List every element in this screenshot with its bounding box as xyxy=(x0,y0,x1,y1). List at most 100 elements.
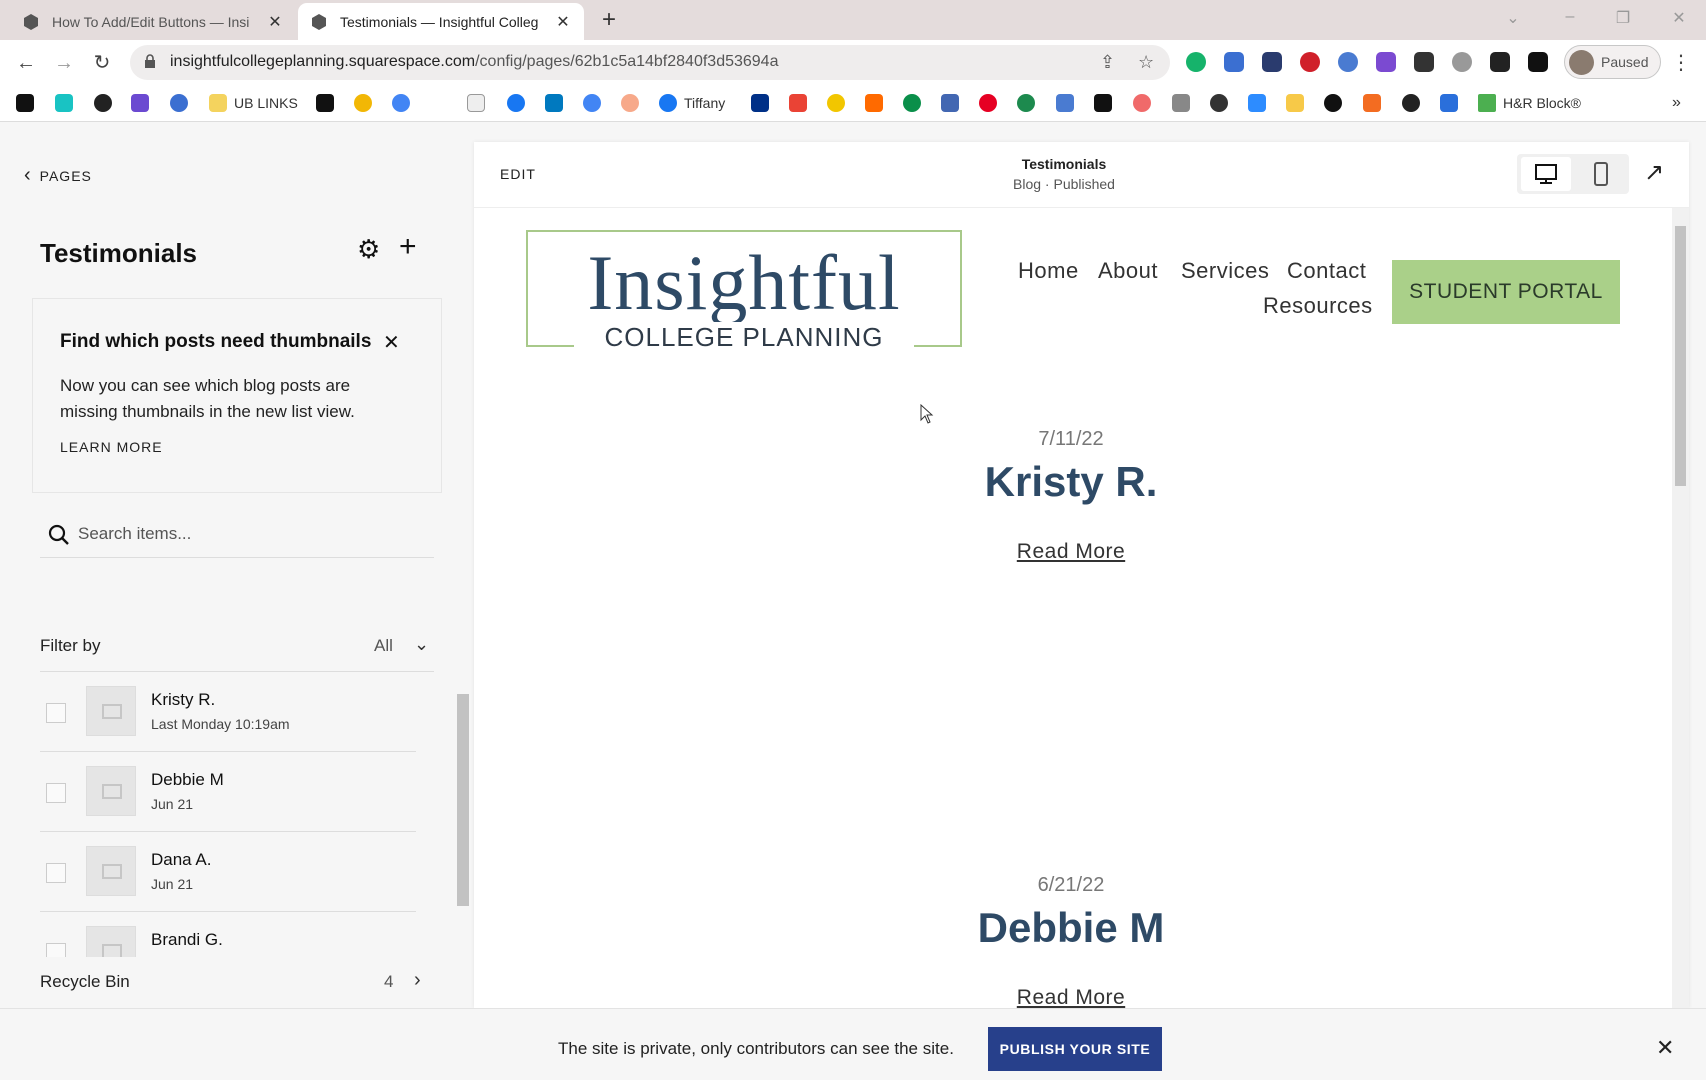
address-bar[interactable]: insightfulcollegeplanning.squarespace.co… xyxy=(130,45,1170,80)
tab-how-to-add-edit-buttons[interactable]: How To Add/Edit Buttons — Insi ✕ xyxy=(10,3,296,40)
browser-menu-icon[interactable]: ⋮ xyxy=(1667,49,1695,77)
open-external-arrow-icon[interactable]: ↗ xyxy=(1644,158,1664,187)
list-item[interactable]: Brandi G. xyxy=(40,912,416,957)
back-to-pages-button[interactable]: ‹ PAGES xyxy=(24,164,92,187)
close-icon[interactable]: ✕ xyxy=(383,330,400,355)
tab-testimonials[interactable]: Testimonials — Insightful Colleg ✕ xyxy=(298,3,584,40)
bookmark-icon[interactable] xyxy=(545,93,570,113)
nav-link-home[interactable]: Home xyxy=(1018,258,1079,284)
minimize-icon[interactable]: – xyxy=(1555,8,1585,26)
publish-site-button[interactable]: PUBLISH YOUR SITE xyxy=(988,1027,1162,1071)
bookmark-icon[interactable] xyxy=(1324,93,1349,113)
list-item[interactable]: Debbie M Jun 21 xyxy=(40,752,416,832)
pinterest-extension-icon[interactable] xyxy=(1300,52,1320,72)
nav-link-contact[interactable]: Contact xyxy=(1287,258,1366,284)
bookmark-hr-block[interactable]: H&R Block® xyxy=(1478,93,1581,113)
grammarly-extension-icon[interactable] xyxy=(1186,52,1206,72)
extensions-puzzle-icon[interactable] xyxy=(1490,52,1510,72)
side-panel-icon[interactable] xyxy=(1528,52,1548,72)
student-portal-button[interactable]: STUDENT PORTAL xyxy=(1392,260,1620,324)
bookmark-icon[interactable] xyxy=(16,93,41,113)
news-extension-icon[interactable] xyxy=(1262,52,1282,72)
bookmark-icon[interactable] xyxy=(621,93,646,113)
preview-scrollbar[interactable] xyxy=(1672,208,1689,1008)
bookmark-icon[interactable] xyxy=(1402,93,1427,113)
add-post-button[interactable]: + xyxy=(399,232,425,262)
bookmark-icon[interactable] xyxy=(789,93,814,113)
bookmark-icon[interactable] xyxy=(1210,93,1235,113)
chat-extension-icon[interactable] xyxy=(1338,52,1358,72)
bookmark-icon[interactable] xyxy=(1056,93,1081,113)
forward-arrow-icon[interactable]: → xyxy=(50,49,78,77)
edit-button[interactable]: EDIT xyxy=(500,166,536,182)
desktop-view-button[interactable] xyxy=(1521,157,1571,191)
checkbox[interactable] xyxy=(46,783,66,803)
bookmark-icon[interactable] xyxy=(94,93,119,113)
scrollbar-thumb[interactable] xyxy=(1675,226,1686,486)
bookmark-icon[interactable] xyxy=(392,93,417,113)
bookmark-icon[interactable] xyxy=(751,93,776,113)
list-item[interactable]: Kristy R. Last Monday 10:19am xyxy=(40,672,416,752)
list-item[interactable]: Dana A. Jun 21 xyxy=(40,832,416,912)
scrollbar-thumb[interactable] xyxy=(457,694,469,906)
bookmark-tiffany[interactable]: Tiffany xyxy=(659,93,725,113)
bookmark-icon[interactable] xyxy=(583,93,608,113)
checkbox[interactable] xyxy=(46,703,66,723)
bookmark-icon[interactable] xyxy=(507,93,532,113)
restore-icon[interactable]: ❐ xyxy=(1608,8,1638,28)
screenshot-extension-icon[interactable] xyxy=(1224,52,1244,72)
filter-dropdown[interactable]: Filter by All ⌄ xyxy=(40,622,434,672)
entry-title[interactable]: Debbie M xyxy=(821,904,1321,952)
list-scrollbar[interactable] xyxy=(455,680,471,960)
puzzle-badge-extension-icon[interactable] xyxy=(1376,52,1396,72)
bookmark-icon[interactable] xyxy=(1094,93,1119,113)
bookmark-icon[interactable] xyxy=(1172,93,1197,113)
learn-more-link[interactable]: LEARN MORE xyxy=(60,439,163,455)
more-dots-extension-icon[interactable] xyxy=(1414,52,1434,72)
bookmark-icon[interactable] xyxy=(1017,93,1042,113)
window-close-icon[interactable]: ✕ xyxy=(1664,8,1694,28)
reload-icon[interactable]: ↻ xyxy=(88,49,116,77)
bookmark-icon[interactable] xyxy=(1363,93,1388,113)
bookmark-icon[interactable] xyxy=(170,93,195,113)
nav-link-resources[interactable]: Resources xyxy=(1263,293,1373,319)
bookmark-icon[interactable] xyxy=(903,93,928,113)
search-input[interactable] xyxy=(78,521,418,547)
back-arrow-icon[interactable]: ← xyxy=(12,49,40,77)
profile-button[interactable]: Paused xyxy=(1564,45,1661,79)
bookmark-star-icon[interactable]: ☆ xyxy=(1138,52,1154,73)
power-extension-icon[interactable] xyxy=(1452,52,1472,72)
close-icon[interactable]: ✕ xyxy=(266,12,284,32)
close-icon[interactable]: ✕ xyxy=(554,12,572,32)
read-more-link[interactable]: Read More xyxy=(921,986,1221,1008)
nav-link-about[interactable]: About xyxy=(1098,258,1158,284)
recycle-bin-row[interactable]: Recycle Bin 4 › xyxy=(40,960,434,1004)
bookmark-icon[interactable] xyxy=(1133,93,1158,113)
bookmarks-overflow-icon[interactable]: » xyxy=(1672,93,1681,113)
entry-title[interactable]: Kristy R. xyxy=(821,458,1321,506)
mobile-view-icon[interactable] xyxy=(1577,157,1625,191)
bookmark-icon[interactable] xyxy=(131,93,156,113)
bookmark-icon[interactable] xyxy=(316,93,341,113)
read-more-link[interactable]: Read More xyxy=(921,540,1221,564)
site-logo[interactable]: Insightful COLLEGE PLANNING xyxy=(526,230,962,352)
bookmark-icon[interactable] xyxy=(827,93,852,113)
bookmark-ub-links[interactable]: UB LINKS xyxy=(209,93,298,113)
bookmark-icon[interactable] xyxy=(941,93,966,113)
bookmark-icon[interactable] xyxy=(979,93,1004,113)
tab-search-chevron-icon[interactable]: ⌄ xyxy=(1498,8,1528,28)
bookmark-icon[interactable] xyxy=(354,93,379,113)
bookmark-icon[interactable] xyxy=(1248,93,1273,113)
new-tab-button[interactable]: + xyxy=(596,6,622,34)
bookmark-icon[interactable] xyxy=(1440,93,1465,113)
close-icon[interactable]: ✕ xyxy=(1656,1035,1674,1061)
bookmark-icon[interactable] xyxy=(1286,93,1311,113)
checkbox[interactable] xyxy=(46,943,66,957)
bookmark-icon[interactable] xyxy=(55,93,80,113)
bookmark-icon[interactable] xyxy=(865,93,890,113)
gear-icon[interactable]: ⚙ xyxy=(357,236,383,262)
bookmark-icon[interactable] xyxy=(467,93,492,113)
checkbox[interactable] xyxy=(46,863,66,883)
share-icon[interactable]: ⇪ xyxy=(1100,52,1115,73)
nav-link-services[interactable]: Services xyxy=(1181,258,1269,284)
